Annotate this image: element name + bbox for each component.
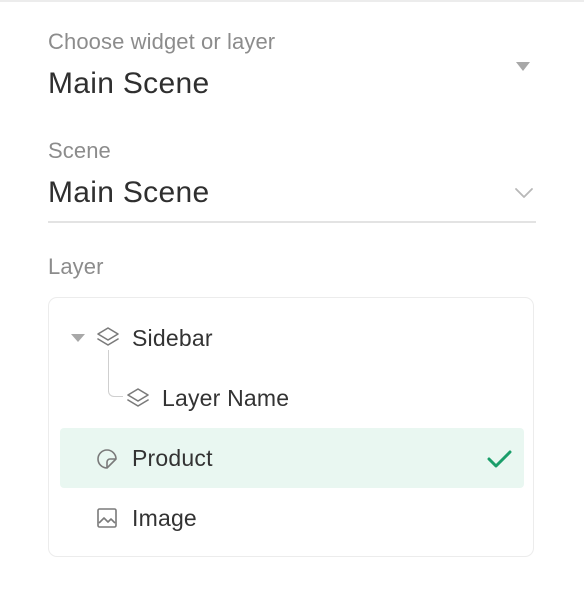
layers-icon [97,327,119,346]
layers-icon [127,388,149,407]
layer-item-label: Image [132,505,197,531]
layer-item-label: Sidebar [132,325,213,351]
top-divider [0,0,584,2]
sticker-icon [97,449,117,469]
layer-item-product[interactable] [60,428,524,488]
layer-item-label: Layer Name [162,385,290,411]
scene-select-label: Scene [48,138,111,163]
check-icon [487,450,512,468]
caret-down-icon[interactable] [516,62,530,71]
widget-select-label: Choose widget or layer [48,29,276,54]
scene-select-underline [48,221,536,223]
layer-label: Layer [48,254,104,279]
layer-item-label: Product [132,445,213,471]
scene-select-value[interactable]: Main Scene [48,176,209,210]
image-icon [97,508,117,528]
tree-connector [108,350,123,397]
widget-select-value[interactable]: Main Scene [48,67,209,101]
chevron-down-icon[interactable] [514,186,534,200]
expand-caret-icon[interactable] [71,334,85,342]
